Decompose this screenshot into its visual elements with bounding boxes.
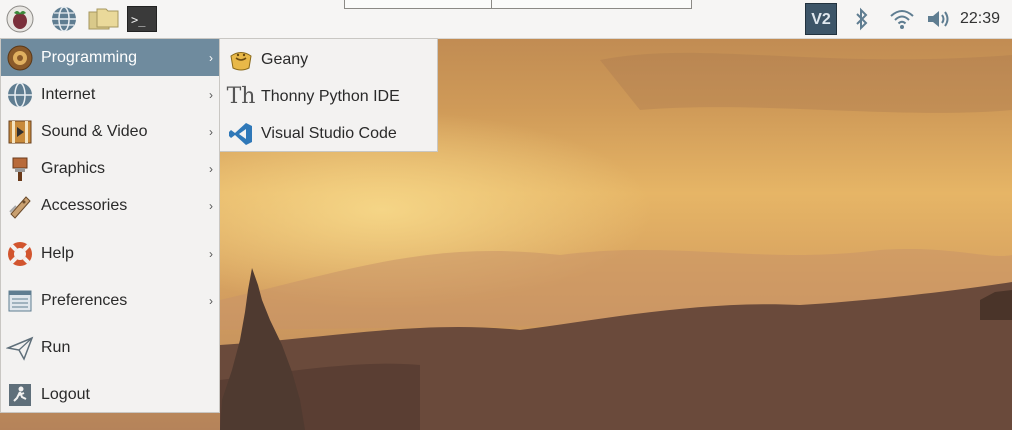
menu-item-help[interactable]: Help › xyxy=(1,234,219,274)
menu-item-sound-video[interactable]: Sound & Video › xyxy=(1,113,219,150)
preferences-icon xyxy=(5,286,35,316)
chevron-right-icon: › xyxy=(209,161,213,176)
wifi-tray-button[interactable] xyxy=(888,3,916,35)
paper-plane-icon xyxy=(5,333,35,363)
main-menu: Programming › Internet › Sound & Video ›… xyxy=(0,38,220,413)
thonny-icon: Th xyxy=(226,84,256,109)
submenu-item-thonny[interactable]: Th Thonny Python IDE xyxy=(220,78,437,115)
chevron-right-icon: › xyxy=(209,124,213,139)
chevron-right-icon: › xyxy=(209,198,213,213)
terminal-icon: >_ xyxy=(127,6,157,32)
vscode-icon xyxy=(226,119,256,149)
globe-icon xyxy=(5,80,35,110)
exit-icon xyxy=(5,380,35,410)
menu-item-run[interactable]: Run xyxy=(1,328,219,368)
film-icon xyxy=(5,117,35,147)
web-browser-icon xyxy=(52,6,76,32)
menu-item-internet[interactable]: Internet › xyxy=(1,76,219,113)
taskbar: >_ V2 22:39 xyxy=(0,0,1012,39)
bluetooth-tray-button[interactable] xyxy=(850,3,874,35)
chevron-right-icon: › xyxy=(209,247,213,261)
submenu-item-geany[interactable]: Geany xyxy=(220,41,437,78)
bluetooth-icon xyxy=(856,7,868,31)
volume-tray-button[interactable] xyxy=(924,3,954,35)
programming-icon xyxy=(5,43,35,73)
web-browser-button[interactable] xyxy=(48,3,80,35)
clock[interactable]: 22:39 xyxy=(960,0,1000,38)
wifi-icon xyxy=(890,10,914,29)
chevron-right-icon: › xyxy=(209,294,213,308)
terminal-button[interactable]: >_ xyxy=(125,3,159,35)
menu-item-programming[interactable]: Programming › xyxy=(1,39,219,76)
chevron-right-icon: › xyxy=(209,87,213,102)
vnc-icon: V2 xyxy=(805,3,837,35)
geany-icon xyxy=(226,45,256,75)
file-manager-button[interactable] xyxy=(86,3,122,35)
menu-item-preferences[interactable]: Preferences › xyxy=(1,281,219,321)
pocketknife-icon xyxy=(5,191,35,221)
raspberry-menu-button[interactable] xyxy=(3,3,37,35)
vnc-tray-button[interactable]: V2 xyxy=(803,3,839,35)
menu-item-accessories[interactable]: Accessories › xyxy=(1,187,219,224)
volume-icon xyxy=(928,11,949,27)
programming-submenu: Geany Th Thonny Python IDE Visual Studio… xyxy=(219,38,438,152)
menu-item-logout[interactable]: Logout xyxy=(1,375,219,415)
chevron-right-icon: › xyxy=(209,50,213,65)
taskbar-window-list[interactable] xyxy=(344,0,692,9)
menu-item-graphics[interactable]: Graphics › xyxy=(1,150,219,187)
raspberry-icon xyxy=(6,5,34,33)
file-manager-icon xyxy=(88,8,119,30)
paintbrush-icon xyxy=(5,154,35,184)
submenu-item-vscode[interactable]: Visual Studio Code xyxy=(220,115,437,152)
lifebuoy-icon xyxy=(5,239,35,269)
